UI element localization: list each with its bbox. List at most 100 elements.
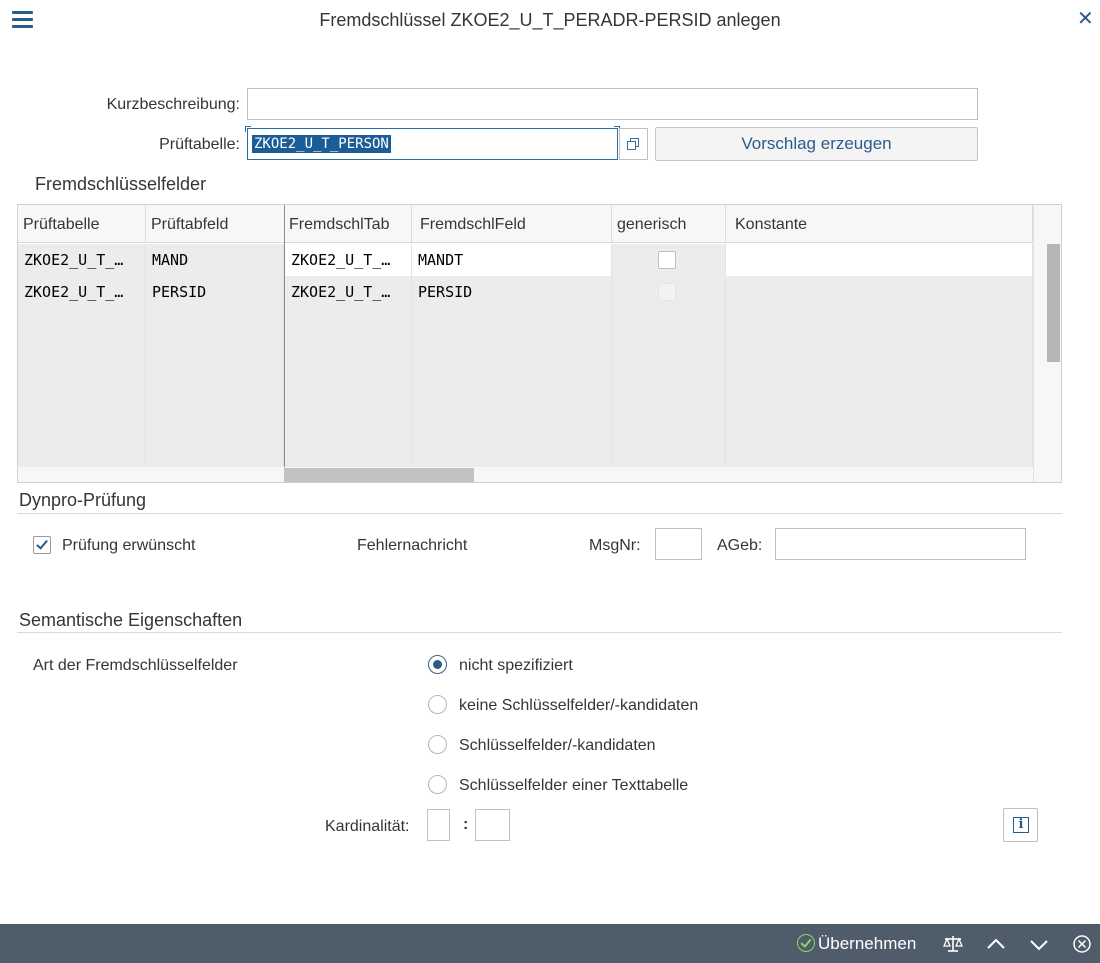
empty-cell [285,404,412,436]
horizontal-scroll-thumb[interactable] [284,468,474,482]
radio-label[interactable]: Schlüsselfelder einer Texttabelle [459,777,688,795]
cell-konstante [726,276,1033,308]
radio-label[interactable]: Schlüsselfelder/-kandidaten [459,737,656,755]
kardinalitaet-right-input[interactable] [475,809,510,841]
radio-label[interactable]: nicht spezifiziert [459,657,573,675]
empty-cell [146,340,284,372]
empty-cell [412,340,612,372]
column-header-konstante[interactable]: Konstante [726,205,1033,243]
info-icon[interactable]: i [1003,808,1038,842]
radio-label[interactable]: keine Schlüsselfelder/-kandidaten [459,697,698,715]
cell-prueftabfeld: MAND [146,244,284,276]
horizontal-scrollbar[interactable] [18,467,1033,482]
empty-cell [146,372,284,404]
empty-cell [285,308,412,340]
empty-cell [18,404,146,436]
vertical-scrollbar[interactable] [1033,205,1061,482]
empty-cell [612,404,726,436]
msgnr-input[interactable] [655,528,702,560]
empty-cell [285,340,412,372]
chevron-down-icon[interactable] [1028,933,1050,955]
uebernehmen-button[interactable]: Übernehmen [797,924,916,963]
msgnr-label: MsgNr: [589,537,641,554]
footer-toolbar: Übernehmen [0,924,1100,963]
generisch-checkbox[interactable] [658,251,676,269]
cell-konstante[interactable] [726,244,1033,276]
kardinalitaet-separator: : [463,816,469,833]
radio-schluesselfelder-texttabelle[interactable] [428,775,447,794]
fixed-column-splitter[interactable] [284,205,285,467]
empty-row [18,372,1033,404]
empty-cell [412,372,612,404]
pruefung-erwuenscht-label: Prüfung erwünscht [62,537,196,554]
semantic-title: Semantische Eigenschaften [19,610,243,630]
cell-fremdschlfeld[interactable]: MANDT [412,244,612,276]
vertical-scroll-thumb[interactable] [1047,244,1060,362]
empty-cell [18,436,146,467]
cell-fremdschltab: ZKOE2_U_T_… [285,276,412,308]
ageb-input[interactable] [775,528,1026,560]
cell-prueftabfeld: PERSID [146,276,284,308]
empty-cell [285,436,412,467]
check-circle-icon [797,934,815,952]
cell-fremdschltab[interactable]: ZKOE2_U_T_… [285,244,412,276]
empty-cell [285,372,412,404]
art-fremdschluesselfelder-label: Art der Fremdschlüsselfelder [33,657,238,674]
column-header-fremdschlfeld[interactable]: FremdschlFeld [412,205,612,243]
empty-cell [18,340,146,372]
focus-corner [245,126,251,132]
vorschlag-erzeugen-button[interactable]: Vorschlag erzeugen [655,127,978,161]
empty-cell [18,308,146,340]
empty-cell [726,436,1033,467]
empty-cell [18,372,146,404]
uebernehmen-label: Übernehmen [818,934,917,953]
generisch-checkbox [658,283,676,301]
kardinalitaet-left-input[interactable] [427,809,450,841]
prueftabelle-label: Prüftabelle: [159,136,240,153]
empty-row [18,340,1033,372]
table-row[interactable]: ZKOE2_U_T_… PERSID ZKOE2_U_T_… PERSID [18,276,1033,308]
column-header-prueftabfeld[interactable]: Prüftabfeld [146,205,285,243]
radio-keine-schluesselfelder[interactable] [428,695,447,714]
empty-row [18,404,1033,436]
empty-cell [726,372,1033,404]
close-icon[interactable]: ✕ [1077,9,1094,29]
value-help-icon[interactable] [619,128,648,160]
balance-icon[interactable] [942,933,964,955]
cell-prueftabelle: ZKOE2_U_T_… [18,276,146,308]
dialog-title: Fremdschlüssel ZKOE2_U_T_PERADR-PERSID a… [319,10,781,30]
pruefung-erwuenscht-checkbox[interactable] [33,536,51,554]
column-header-fremdschltab[interactable]: FremdschlTab [284,205,412,243]
dynpro-title: Dynpro-Prüfung [19,490,147,510]
radio-schluesselfelder[interactable] [428,735,447,754]
empty-cell [412,404,612,436]
chevron-up-icon[interactable] [985,933,1007,955]
kurzbeschreibung-input[interactable] [247,88,978,120]
title-bar: Fremdschlüssel ZKOE2_U_T_PERADR-PERSID a… [0,0,1100,40]
column-header-prueftabelle[interactable]: Prüftabelle [18,205,146,243]
fk-fields-table: Prüftabelle Prüftabfeld FremdschlTab Fre… [17,204,1062,483]
table-row[interactable]: ZKOE2_U_T_… MAND ZKOE2_U_T_… MANDT [18,244,1033,276]
empty-cell [146,436,284,467]
kardinalitaet-label: Kardinalität: [325,818,410,835]
empty-cell [146,404,284,436]
empty-cell [612,308,726,340]
cancel-circle-icon[interactable] [1071,933,1093,955]
radio-nicht-spezifiziert[interactable] [428,655,447,674]
empty-cell [412,308,612,340]
cell-generisch [612,276,726,308]
prueftabelle-value: ZKOE2_U_T_PERSON [252,135,391,153]
empty-cell [146,308,284,340]
column-header-generisch[interactable]: generisch [612,205,726,243]
prueftabelle-input[interactable]: ZKOE2_U_T_PERSON [245,126,620,160]
empty-cell [612,372,726,404]
section-divider [17,632,1062,633]
cell-generisch [612,244,726,276]
empty-cell [726,308,1033,340]
fk-fields-title: Fremdschlüsselfelder [35,174,207,194]
fehlernachricht-label: Fehlernachricht [357,537,468,554]
ageb-label: AGeb: [717,537,763,554]
empty-cell [726,340,1033,372]
empty-cell [412,436,612,467]
section-divider [17,513,1062,514]
